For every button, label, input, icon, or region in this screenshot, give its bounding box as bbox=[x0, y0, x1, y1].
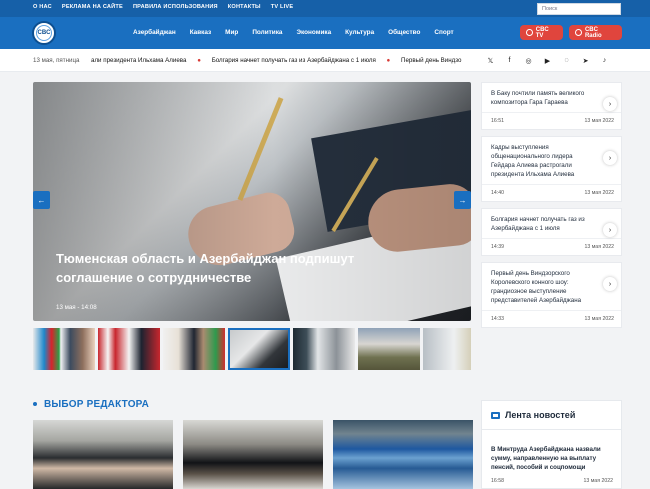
radio-icon bbox=[575, 29, 582, 36]
chevron-right-icon[interactable]: › bbox=[603, 223, 617, 237]
editor-choice-image[interactable] bbox=[33, 420, 173, 489]
news-card-date: 13 мая 2022 bbox=[584, 244, 614, 250]
main-menu: Азербайджан Кавказ Мир Политика Экономик… bbox=[133, 29, 454, 36]
telegram-icon[interactable]: ➤ bbox=[581, 56, 590, 65]
news-card-title: Болгария начнет получать газ из Азербайд… bbox=[491, 216, 585, 232]
news-card[interactable]: В Баку почтили память великого композито… bbox=[481, 82, 622, 130]
hero-slider[interactable]: ← → Тюменская область и Азербайджан подп… bbox=[33, 82, 471, 321]
hero-next-button[interactable]: → bbox=[454, 191, 471, 209]
hero-title[interactable]: Тюменская область и Азербайджан подпишут… bbox=[56, 249, 426, 287]
news-card-title: Кадры выступления общенационального лиде… bbox=[491, 144, 575, 178]
news-card-date: 13 мая 2022 bbox=[584, 190, 614, 196]
news-feed-item-date: 13 мая 2022 bbox=[583, 478, 613, 484]
menu-item-culture[interactable]: Культура bbox=[345, 29, 374, 36]
top-link-advertising[interactable]: РЕКЛАМА НА САЙТЕ bbox=[62, 4, 123, 10]
news-card-date: 13 мая 2022 bbox=[584, 118, 614, 124]
cbc-tv-button[interactable]: CBC TV bbox=[520, 25, 563, 40]
news-card-time: 14:40 bbox=[491, 190, 504, 196]
thumbnail-4-active[interactable] bbox=[228, 328, 290, 370]
ticker-separator-icon: ● bbox=[386, 57, 391, 64]
menu-item-caucasus[interactable]: Кавказ bbox=[190, 29, 211, 36]
ticker-item[interactable]: Первый день Виндзо bbox=[401, 57, 461, 64]
news-feed-item-time: 16:58 bbox=[491, 478, 504, 484]
cbc-tv-label: CBC TV bbox=[535, 26, 549, 39]
menu-item-society[interactable]: Общество bbox=[388, 29, 420, 36]
news-card-title: В Баку почтили память великого композито… bbox=[491, 90, 585, 106]
ticker-item[interactable]: али президента Ильхама Алиева bbox=[91, 57, 186, 64]
news-card[interactable]: Кадры выступления общенационального лиде… bbox=[481, 136, 622, 202]
editor-choice-heading: ВЫБОР РЕДАКТОРА bbox=[33, 399, 149, 410]
hero-prev-button[interactable]: ← bbox=[33, 191, 50, 209]
news-card-meta: 14:33 13 мая 2022 bbox=[482, 310, 621, 327]
main-navbar: CBC Азербайджан Кавказ Мир Политика Экон… bbox=[0, 17, 650, 49]
ticker-items: али президента Ильхама Алиева ● Болгария… bbox=[91, 57, 465, 67]
news-card-time: 16:51 bbox=[491, 118, 504, 124]
top-links: О НАС РЕКЛАМА НА САЙТЕ ПРАВИЛА ИСПОЛЬЗОВ… bbox=[33, 4, 293, 10]
menu-item-world[interactable]: Мир bbox=[225, 29, 238, 36]
news-card-time: 14:33 bbox=[491, 316, 504, 322]
youtube-icon[interactable]: ▶ bbox=[543, 56, 552, 65]
chevron-right-icon[interactable]: › bbox=[603, 151, 617, 165]
news-card-meta: 14:39 13 мая 2022 bbox=[482, 238, 621, 255]
news-card[interactable]: Болгария начнет получать газ из Азербайд… bbox=[481, 208, 622, 256]
twitter-icon[interactable]: 𝕏 bbox=[486, 56, 495, 65]
current-date: 13 мая, пятница bbox=[33, 57, 80, 64]
news-list: В Баку почтили память великого композито… bbox=[481, 82, 622, 334]
tiktok-icon[interactable]: ♪ bbox=[600, 56, 609, 65]
cbc-radio-button[interactable]: CBC Radio bbox=[569, 25, 622, 40]
thumbnail-6[interactable] bbox=[358, 328, 420, 370]
editor-choice-image[interactable] bbox=[183, 420, 323, 489]
menu-item-economy[interactable]: Экономика bbox=[296, 29, 331, 36]
news-feed-widget: Лента новостей В Минтруда Азербайджана н… bbox=[481, 400, 622, 489]
chevron-right-icon[interactable]: › bbox=[603, 97, 617, 111]
thumbnail-3[interactable] bbox=[163, 328, 225, 370]
news-card-meta: 14:40 13 мая 2022 bbox=[482, 184, 621, 201]
hero-timestamp: 13 мая - 14:08 bbox=[56, 304, 97, 311]
editor-choice-title: ВЫБОР РЕДАКТОРА bbox=[43, 399, 150, 410]
cbc-radio-label: CBC Radio bbox=[584, 26, 602, 39]
social-links: 𝕏 f ◎ ▶ ◌ ➤ ♪ bbox=[486, 56, 609, 65]
facebook-icon[interactable]: f bbox=[505, 56, 514, 65]
tv-icon bbox=[526, 29, 533, 36]
top-link-tv-live[interactable]: TV LIVE bbox=[271, 4, 294, 10]
editor-choice-grid bbox=[33, 420, 473, 489]
search-input[interactable]: Поиск bbox=[537, 3, 621, 15]
news-card-meta: 16:51 13 мая 2022 bbox=[482, 112, 621, 129]
news-card-title: Первый день Виндзорского Королевского ко… bbox=[491, 270, 582, 304]
cbc-logo[interactable]: CBC bbox=[32, 21, 56, 45]
editor-choice-image[interactable] bbox=[333, 420, 473, 489]
news-feed-title: Лента новостей bbox=[505, 410, 576, 420]
news-feed-icon bbox=[491, 411, 500, 419]
thumbnail-2[interactable] bbox=[98, 328, 160, 370]
news-card-time: 14:39 bbox=[491, 244, 504, 250]
thumbnail-strip bbox=[33, 328, 471, 371]
menu-item-politics[interactable]: Политика bbox=[252, 29, 282, 36]
news-card-date: 13 мая 2022 bbox=[584, 316, 614, 322]
menu-item-sport[interactable]: Спорт bbox=[434, 29, 453, 36]
whatsapp-icon[interactable]: ◌ bbox=[562, 56, 571, 65]
news-ticker: 13 мая, пятница али президента Ильхама А… bbox=[0, 49, 650, 72]
menu-item-azerbaijan[interactable]: Азербайджан bbox=[133, 29, 176, 36]
thumbnail-1[interactable] bbox=[33, 328, 95, 370]
ticker-separator-icon: ● bbox=[197, 57, 201, 64]
ticker-item[interactable]: Болгария начнет получать газ из Азербайд… bbox=[212, 57, 376, 64]
news-feed-header: Лента новостей bbox=[482, 401, 621, 430]
logo-ring bbox=[36, 25, 52, 41]
top-link-contacts[interactable]: КОНТАКТЫ bbox=[228, 4, 261, 10]
thumbnail-5[interactable] bbox=[293, 328, 355, 370]
chevron-right-icon[interactable]: › bbox=[603, 277, 617, 291]
bullet-icon bbox=[33, 402, 37, 407]
instagram-icon[interactable]: ◎ bbox=[524, 56, 533, 65]
news-card[interactable]: Первый день Виндзорского Королевского ко… bbox=[481, 262, 622, 328]
top-link-about[interactable]: О НАС bbox=[33, 4, 52, 10]
news-feed-item-title[interactable]: В Минтруда Азербайджана назвали сумму, н… bbox=[482, 430, 621, 472]
thumbnail-7[interactable] bbox=[423, 328, 471, 370]
top-utility-bar: О НАС РЕКЛАМА НА САЙТЕ ПРАВИЛА ИСПОЛЬЗОВ… bbox=[0, 0, 650, 17]
news-feed-item-meta: 16:58 13 мая 2022 bbox=[482, 472, 621, 484]
top-link-rules[interactable]: ПРАВИЛА ИСПОЛЬЗОВАНИЯ bbox=[133, 4, 218, 10]
